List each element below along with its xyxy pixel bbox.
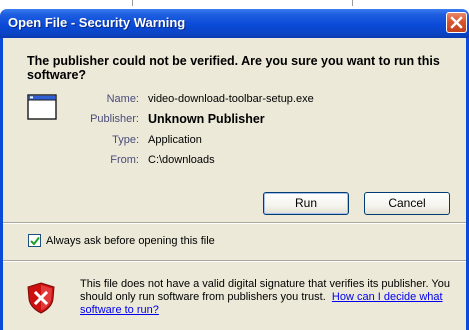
detail-publisher: Publisher: Unknown Publisher [3,112,466,127]
detail-from: From: C:\downloads [3,154,466,168]
always-ask-label[interactable]: Always ask before opening this file [46,235,215,247]
run-button[interactable]: Run [263,192,349,215]
background-divider [132,0,133,6]
type-label: Type: [112,134,139,146]
cancel-button[interactable]: Cancel [364,192,450,215]
checkmark-icon [30,236,40,246]
type-value: Application [148,134,202,146]
publisher-label: Publisher: [90,113,139,125]
dialog-body: The publisher could not be verified. Are… [3,38,466,330]
always-ask-checkbox[interactable] [28,234,41,247]
publisher-value: Unknown Publisher [148,112,265,126]
from-value: C:\downloads [148,154,215,166]
dialog-title: Open File - Security Warning [8,15,186,30]
divider [3,260,466,262]
divider [3,222,466,224]
shield-warning-icon [27,282,55,314]
close-button[interactable] [446,12,467,33]
publisher-question: The publisher could not be verified. Are… [27,54,440,82]
background-divider [352,0,353,6]
signature-warning: This file does not have a valid digital … [80,278,460,317]
title-bar[interactable]: Open File - Security Warning [0,9,469,38]
background-window [0,0,469,9]
close-icon [450,16,463,29]
name-label: Name: [106,93,139,105]
name-value: video-download-toolbar-setup.exe [148,93,314,105]
detail-name: Name: video-download-toolbar-setup.exe [3,93,466,107]
from-label: From: [110,154,139,166]
detail-type: Type: Application [3,134,466,148]
